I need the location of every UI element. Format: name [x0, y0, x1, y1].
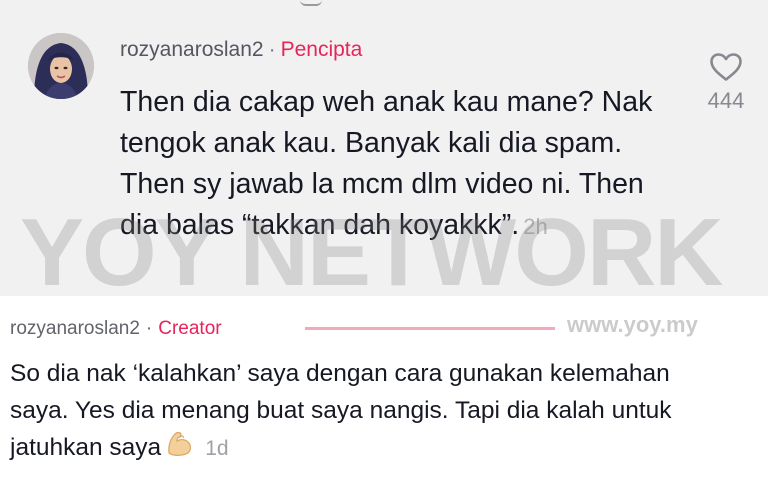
avatar[interactable] [28, 33, 94, 99]
separator-dot: · [268, 38, 276, 61]
separator-dot-2: · [145, 318, 153, 339]
divider-line [305, 327, 555, 330]
comment-body-2: So dia nak ‘kalahkan’ saya dengan cara g… [10, 360, 672, 461]
avatar-image [28, 33, 94, 99]
username-2[interactable]: rozyanaroslan2 [10, 318, 140, 339]
comment-text-2: So dia nak ‘kalahkan’ saya dengan cara g… [10, 355, 710, 468]
comment-timestamp: 2h [523, 214, 548, 239]
like-count: 444 [707, 88, 745, 113]
comment-meta: rozyanaroslan2 · Pencipta [120, 38, 362, 62]
cropped-element [300, 0, 322, 6]
username[interactable]: rozyanaroslan2 [120, 38, 264, 61]
creator-badge: Pencipta [280, 38, 363, 61]
like-button[interactable]: 444 [698, 52, 754, 114]
heart-outline-icon[interactable] [709, 52, 743, 82]
comment-text: Then dia cakap weh anak kau mane? Nak te… [120, 82, 680, 247]
comment-meta-2: rozyanaroslan2 · Creator [10, 318, 222, 340]
creator-badge-2: Creator [158, 318, 222, 339]
comment-body: Then dia cakap weh anak kau mane? Nak te… [120, 86, 653, 241]
comment-timestamp-2: 1d [205, 437, 229, 460]
flexed-biceps-icon [165, 429, 195, 468]
